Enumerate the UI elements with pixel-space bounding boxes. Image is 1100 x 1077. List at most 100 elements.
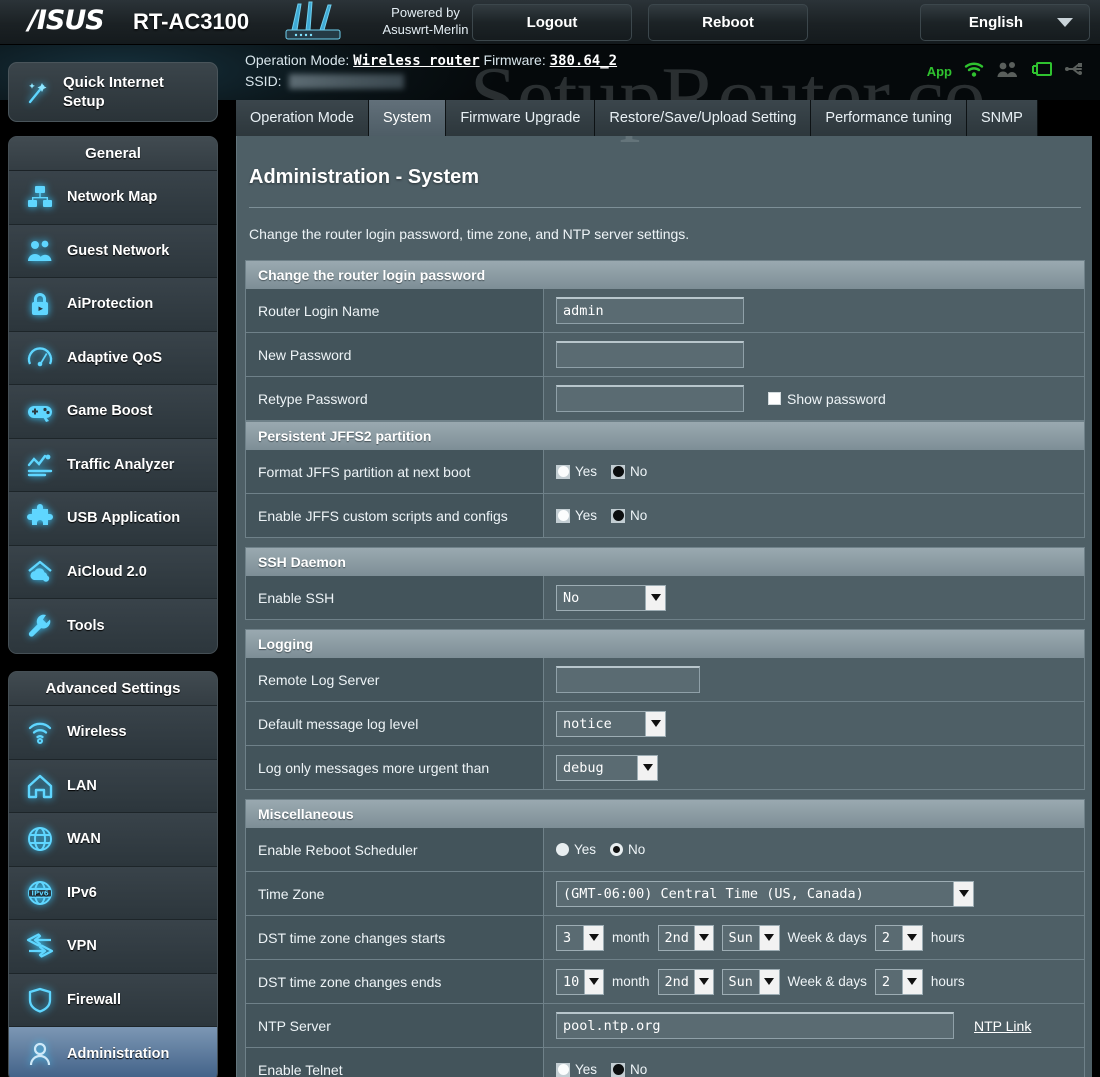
sidebar-item-wireless[interactable]: Wireless (9, 706, 217, 760)
show-password-checkbox[interactable] (768, 392, 781, 405)
telnet-no-option[interactable]: No (611, 1062, 647, 1077)
app-label[interactable]: App (927, 64, 952, 79)
sidebar-item-traffic-analyzer[interactable]: Traffic Analyzer (9, 438, 217, 492)
chevron-down-icon[interactable] (637, 755, 657, 780)
dst-end-month-select[interactable]: 10 (556, 968, 604, 995)
sidebar-item-network-map[interactable]: Network Map (9, 171, 217, 225)
label-format-jffs: Format JFFS partition at next boot (246, 450, 544, 493)
dst-end-day-select[interactable]: Sun (721, 968, 780, 995)
usb-icon[interactable] (1064, 60, 1086, 83)
chevron-down-icon[interactable] (693, 925, 713, 950)
language-selector[interactable]: English (920, 4, 1090, 41)
sidebar-item-aiprotection[interactable]: AiProtection (9, 278, 217, 332)
chevron-down-icon[interactable] (645, 585, 665, 610)
tab-firmware-upgrade[interactable]: Firmware Upgrade (446, 100, 596, 136)
logout-button[interactable]: Logout (472, 4, 632, 41)
language-label: English (968, 14, 1024, 31)
jffs-scripts-no-option[interactable]: No (611, 508, 647, 523)
chevron-down-icon[interactable] (693, 969, 713, 994)
ntp-link[interactable]: NTP Link (974, 1018, 1031, 1034)
format-jffs-no-label: No (630, 464, 648, 479)
usb-device-icon[interactable] (1031, 60, 1053, 83)
chevron-down-icon[interactable] (953, 881, 973, 906)
time-zone-select[interactable]: (GMT-06:00) Central Time (US, Canada) (556, 880, 974, 907)
tab-snmp[interactable]: SNMP (966, 100, 1038, 136)
reboot-button[interactable]: Reboot (648, 4, 808, 41)
sidebar-item-guest-network[interactable]: Guest Network (9, 224, 217, 278)
chevron-down-icon[interactable] (758, 925, 779, 950)
radio-unselected-icon[interactable] (556, 464, 570, 479)
sidebar-item-game-boost[interactable]: Game Boost (9, 385, 217, 439)
chevron-down-icon[interactable] (758, 969, 779, 994)
label-router-login-name: Router Login Name (246, 289, 544, 332)
sidebar-item-label: Game Boost (67, 403, 153, 420)
dst-start-weekdays-word: Week & days (787, 930, 867, 945)
format-jffs-yes-option[interactable]: Yes (556, 464, 597, 479)
dst-start-hours-select[interactable]: 2 (874, 924, 923, 951)
dst-end-week-select[interactable]: 2nd (657, 968, 714, 995)
guest-users-icon[interactable] (996, 60, 1020, 83)
sidebar-item-wan[interactable]: WAN (9, 813, 217, 867)
dst-start-month-select[interactable]: 3 (556, 924, 604, 951)
sidebar-item-label: VPN (67, 938, 97, 955)
show-password-toggle[interactable]: Show password (768, 391, 886, 407)
radio-selected-icon[interactable] (611, 464, 626, 479)
label-default-log-level: Default message log level (246, 702, 544, 745)
operation-mode-value[interactable]: Wireless router (353, 53, 479, 69)
chevron-down-icon[interactable] (584, 969, 603, 994)
asus-logo: /ISUS (28, 5, 105, 36)
wifi-icon[interactable] (963, 60, 985, 83)
dst-start-day-select[interactable]: Sun (721, 924, 780, 951)
radio-selected-icon[interactable] (611, 1062, 626, 1077)
reboot-scheduler-no-option[interactable]: No (610, 842, 645, 857)
qis-line1: Quick Internet (63, 74, 164, 91)
log-urgency-select[interactable]: debug (556, 754, 658, 781)
sidebar-item-lan[interactable]: LAN (9, 759, 217, 813)
sidebar-item-administration[interactable]: Administration (9, 1027, 217, 1077)
telnet-yes-option[interactable]: Yes (556, 1062, 597, 1077)
wifi-icon (25, 717, 55, 747)
log-urgency-value: debug (563, 759, 604, 776)
sidebar-item-vpn[interactable]: VPN (9, 920, 217, 974)
enable-ssh-select[interactable]: No (556, 584, 666, 611)
sidebar-item-usb-application[interactable]: USB Application (9, 492, 217, 546)
chevron-down-icon[interactable] (901, 925, 922, 950)
sidebar-item-ipv6[interactable]: IPv6 IPv6 (9, 866, 217, 920)
firmware-value[interactable]: 380.64_2 (550, 53, 617, 69)
radio-selected-icon[interactable] (611, 508, 626, 523)
radio-selected-icon[interactable] (610, 843, 624, 856)
dst-start-week-select[interactable]: 2nd (657, 924, 714, 951)
sidebar-item-label: Firewall (67, 991, 121, 1008)
qis-line2: Setup (63, 93, 105, 110)
chevron-down-icon[interactable] (583, 925, 603, 950)
radio-unselected-icon[interactable] (556, 843, 569, 856)
retype-password-input[interactable] (556, 385, 744, 412)
quick-internet-setup-button[interactable]: Quick Internet Setup (8, 62, 218, 122)
chevron-down-icon[interactable] (901, 969, 922, 994)
reboot-scheduler-yes-option[interactable]: Yes (556, 842, 596, 857)
dst-end-hours-select[interactable]: 2 (874, 968, 923, 995)
sidebar-item-aicloud-2-0[interactable]: AiCloud 2.0 (9, 545, 217, 599)
tab-performance-tuning[interactable]: Performance tuning (811, 100, 967, 136)
sidebar-item-firewall[interactable]: Firewall (9, 973, 217, 1027)
sidebar-item-adaptive-qos[interactable]: Adaptive QoS (9, 331, 217, 385)
tab-operation-mode[interactable]: Operation Mode (236, 100, 369, 136)
section-password-heading: Change the router login password (246, 261, 1084, 289)
radio-unselected-icon[interactable] (556, 1062, 570, 1077)
ntp-server-input[interactable] (556, 1012, 954, 1039)
tab-restore-save-upload-setting[interactable]: Restore/Save/Upload Setting (595, 100, 812, 136)
sidebar-item-tools[interactable]: Tools (9, 599, 217, 653)
new-password-input[interactable] (556, 341, 744, 368)
row-remote-log-server: Remote Log Server (246, 658, 1084, 702)
remote-log-server-input[interactable] (556, 666, 700, 693)
format-jffs-no-option[interactable]: No (611, 464, 647, 479)
default-log-level-select[interactable]: notice (556, 710, 666, 737)
jffs-scripts-yes-option[interactable]: Yes (556, 508, 597, 523)
router-login-name-input[interactable] (556, 297, 744, 324)
tab-system[interactable]: System (368, 100, 447, 136)
chevron-down-icon[interactable] (645, 711, 665, 736)
section-logging: Logging Remote Log Server Default messag… (245, 629, 1085, 790)
format-jffs-yes-label: Yes (575, 464, 598, 479)
radio-unselected-icon[interactable] (556, 508, 570, 523)
guest-network-icon (25, 236, 55, 266)
